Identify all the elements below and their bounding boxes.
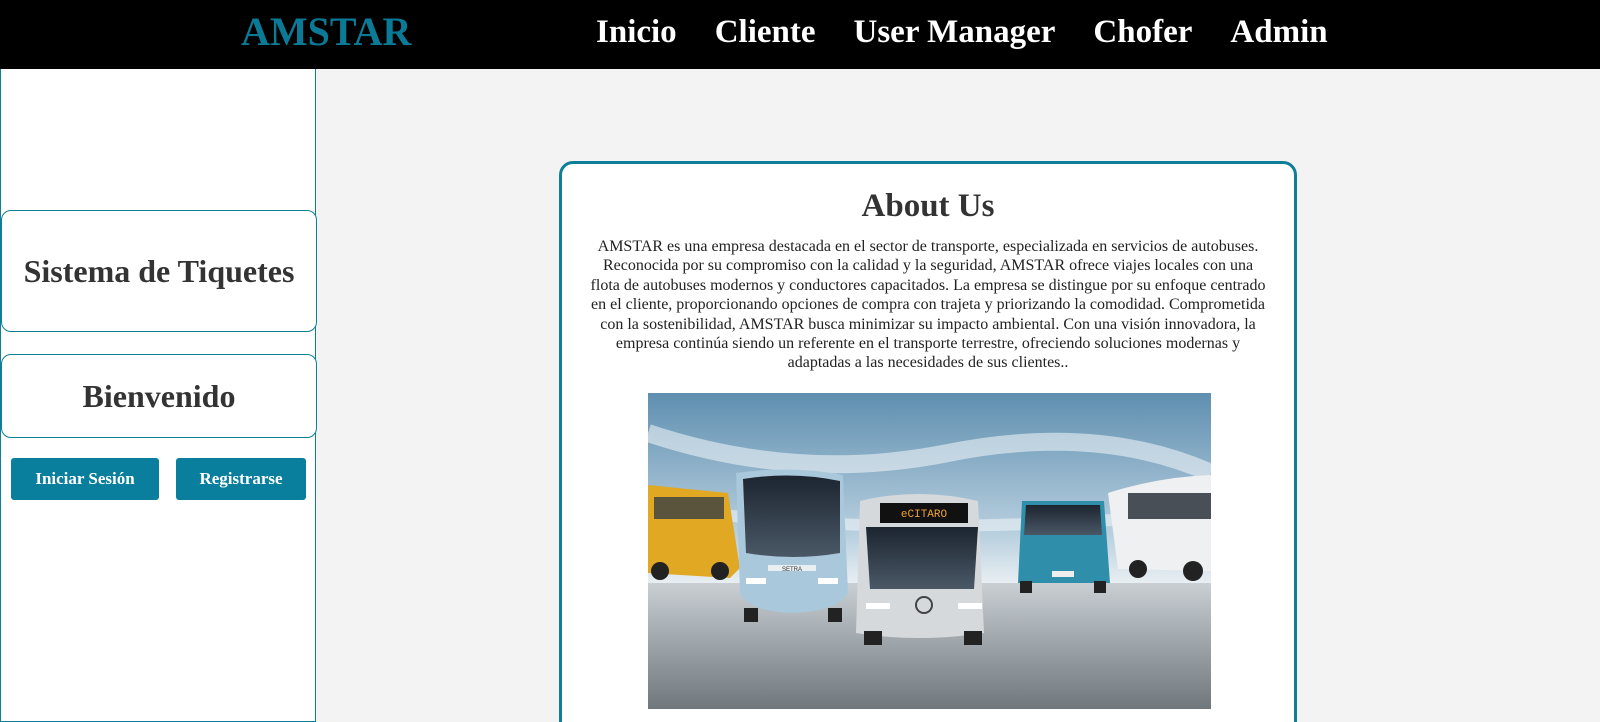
about-heading: About Us bbox=[861, 188, 995, 224]
nav-link-inicio[interactable]: Inicio bbox=[596, 10, 677, 54]
setra-badge: SETRA bbox=[782, 567, 802, 573]
login-button[interactable]: Iniciar Sesión bbox=[11, 458, 159, 500]
system-title-card: Sistema de Tiquetes bbox=[1, 210, 317, 332]
about-us-card: About Us AMSTAR es una empresa destacada… bbox=[559, 161, 1297, 722]
top-navbar: AMSTAR Inicio Cliente User Manager Chofe… bbox=[0, 0, 1600, 69]
register-button[interactable]: Registrarse bbox=[176, 458, 306, 500]
nav-link-cliente[interactable]: Cliente bbox=[715, 10, 816, 54]
welcome-text: Bienvenido bbox=[82, 378, 236, 414]
about-description: AMSTAR es una empresa destacada en el se… bbox=[590, 238, 1266, 372]
nav-link-user-manager[interactable]: User Manager bbox=[854, 10, 1056, 54]
welcome-card: Bienvenido bbox=[1, 354, 317, 438]
brand-logo[interactable]: AMSTAR bbox=[241, 8, 411, 56]
sidebar: Sistema de Tiquetes Bienvenido Iniciar S… bbox=[0, 69, 317, 722]
nav-link-admin[interactable]: Admin bbox=[1230, 10, 1327, 54]
bus-destination-sign: eCITARO bbox=[901, 509, 948, 521]
nav-link-chofer[interactable]: Chofer bbox=[1093, 10, 1192, 54]
main-nav: Inicio Cliente User Manager Chofer Admin bbox=[596, 10, 1328, 54]
bus-fleet-image: SETRA eCITARO bbox=[648, 393, 1211, 709]
system-title: Sistema de Tiquetes bbox=[23, 253, 295, 289]
